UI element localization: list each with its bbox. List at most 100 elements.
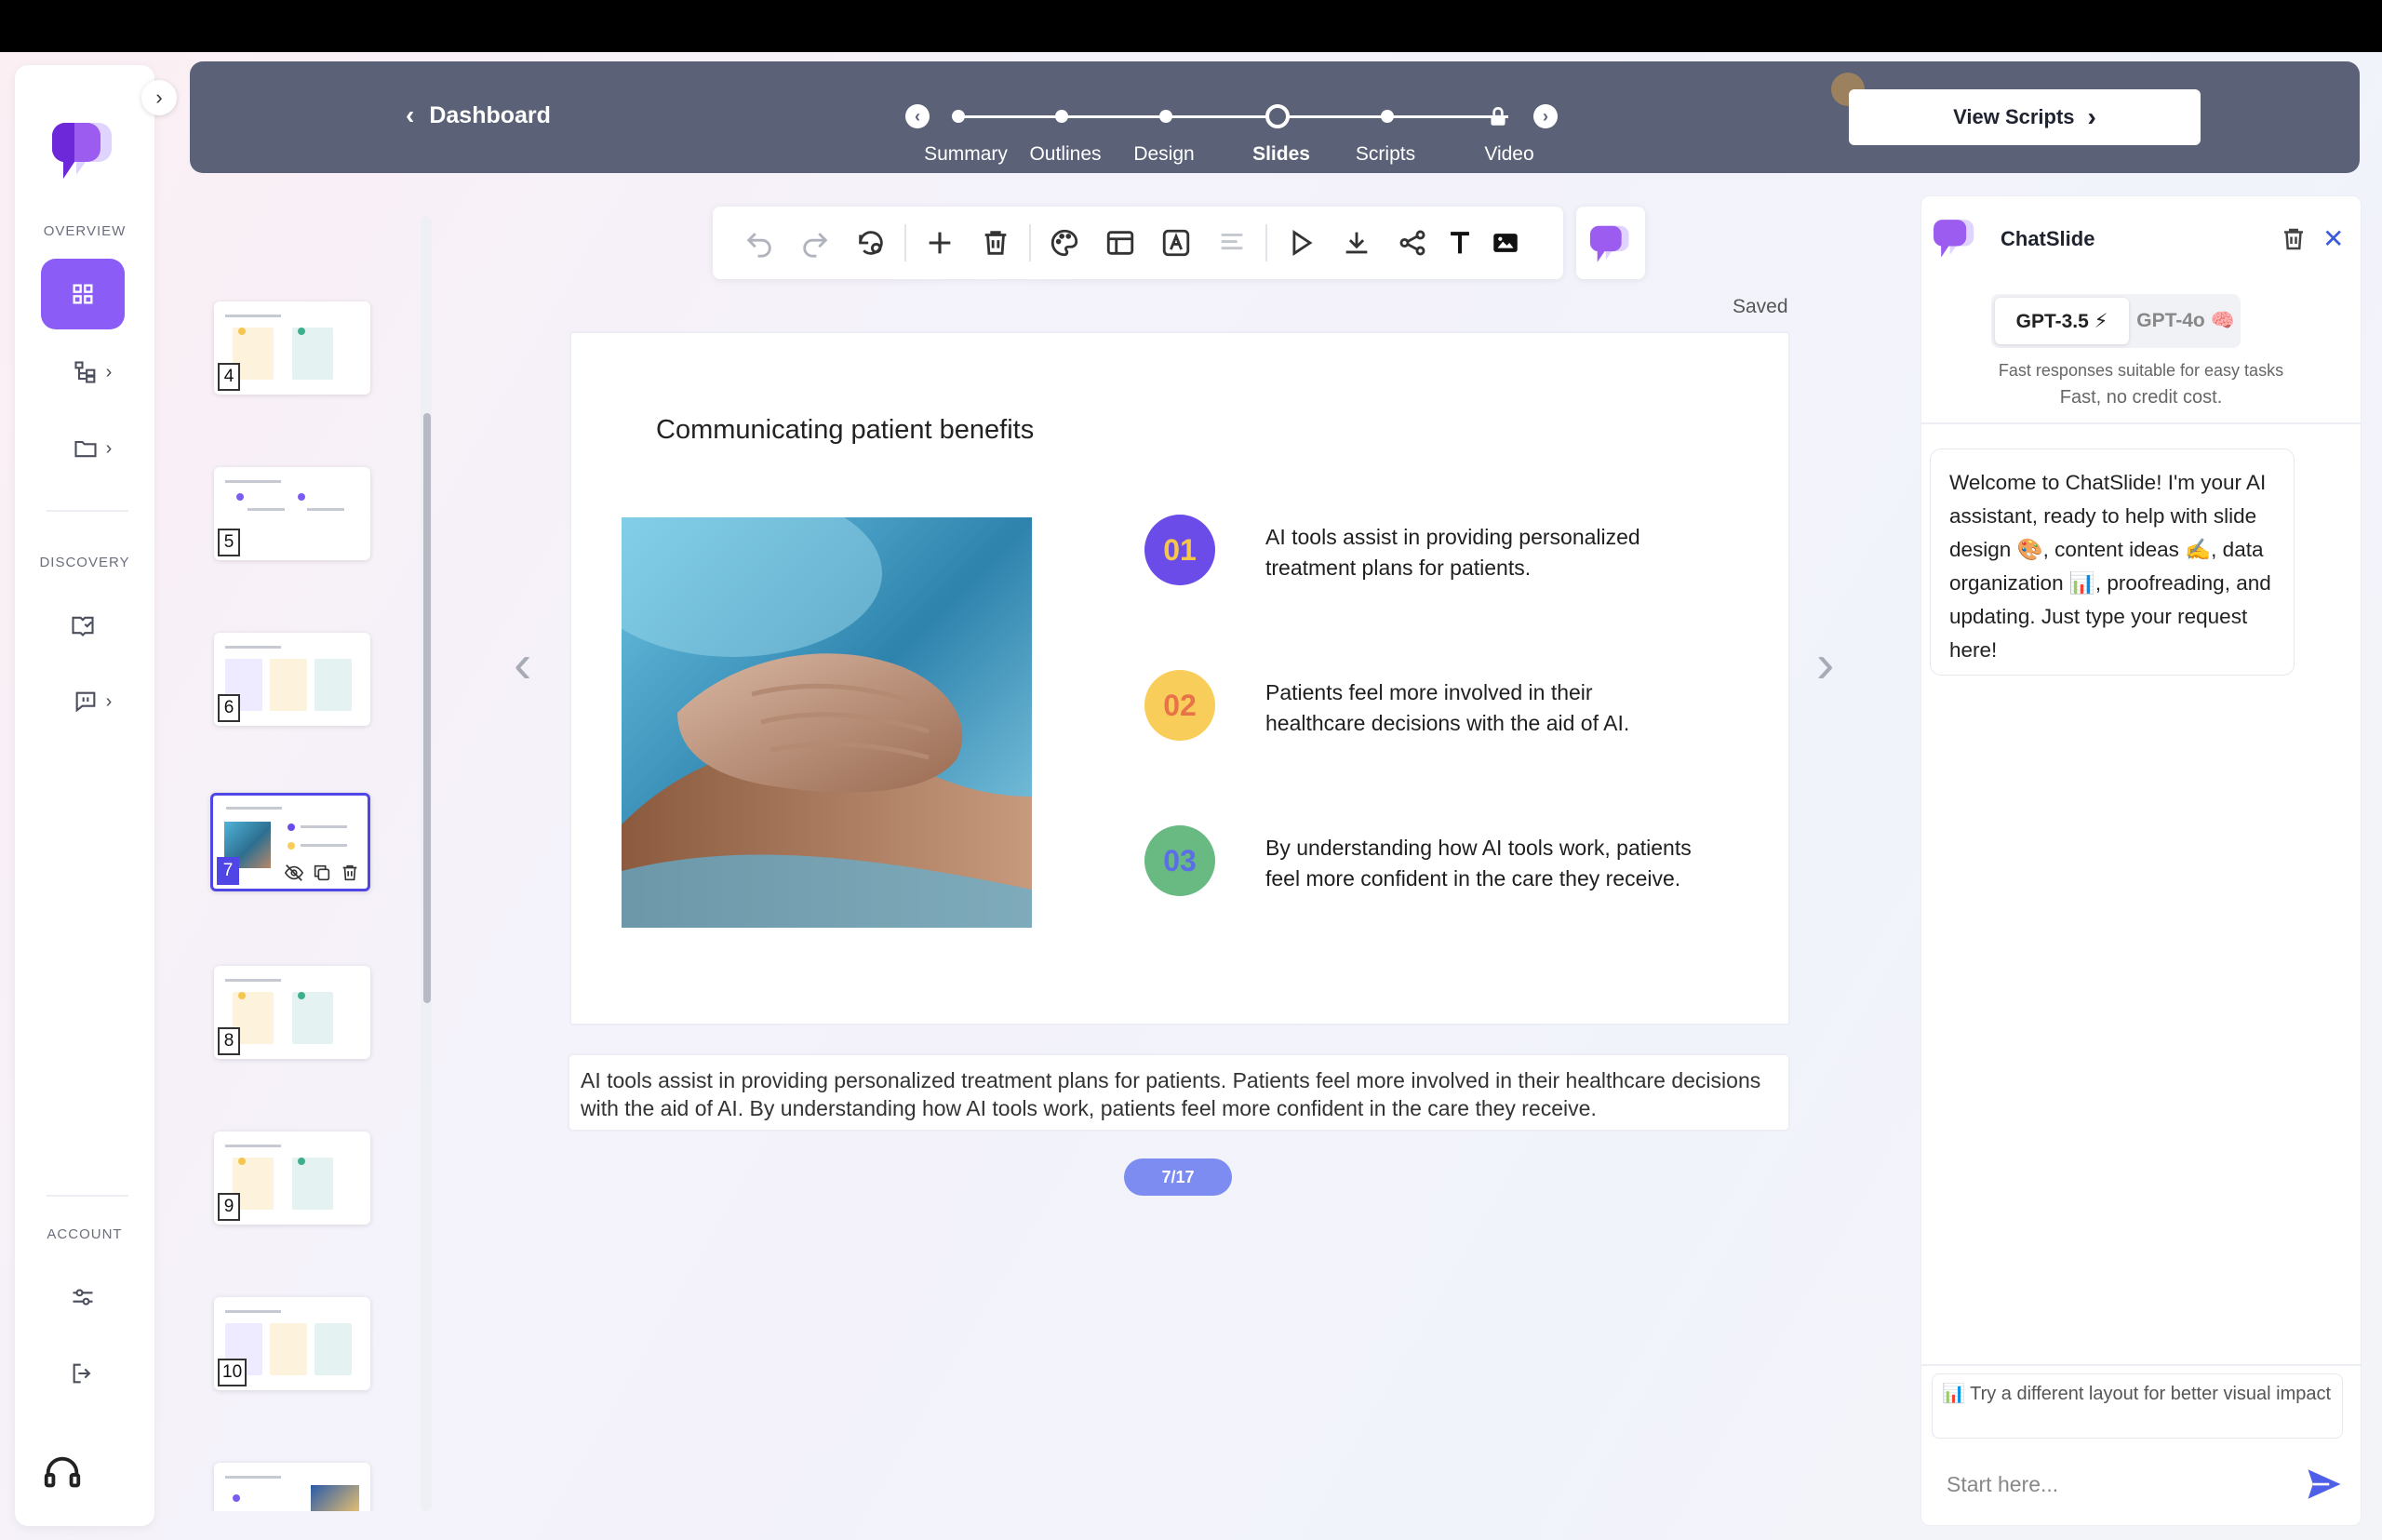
share-icon (1399, 230, 1425, 256)
undo-button[interactable] (731, 215, 787, 271)
step-label-design[interactable]: Design (1133, 143, 1194, 166)
chat-input[interactable]: Start here... (1947, 1472, 2058, 1497)
share-button[interactable] (1385, 215, 1440, 271)
sliders-icon (73, 1289, 93, 1306)
mini-dot (236, 493, 244, 501)
history-gear-icon (859, 231, 883, 255)
theme-palette-button[interactable] (1037, 215, 1092, 271)
mini-line (301, 844, 347, 847)
speaker-notes-textarea[interactable]: AI tools assist in providing personalize… (568, 1053, 1790, 1132)
mini-title (225, 315, 281, 317)
close-chat-button[interactable]: ✕ (2322, 223, 2344, 254)
mini-column (292, 328, 333, 380)
settings-button[interactable] (60, 1279, 106, 1316)
point-text[interactable]: AI tools assist in providing personalize… (1265, 522, 1693, 583)
present-button[interactable] (1273, 215, 1329, 271)
slide-title[interactable]: Communicating patient benefits (656, 415, 1034, 446)
palette-icon (1050, 229, 1078, 257)
back-to-dashboard-link[interactable]: ‹ Dashboard (406, 100, 551, 130)
duplicate-icon[interactable] (312, 863, 332, 883)
grid-icon (73, 284, 93, 304)
step-dot-design[interactable] (1159, 110, 1172, 123)
toolbar-separator (904, 224, 906, 261)
mini-column (292, 992, 333, 1044)
mini-title (225, 1310, 281, 1313)
delete-slide-button[interactable] (968, 215, 1024, 271)
add-slide-button[interactable] (912, 215, 968, 271)
slide-thumbnail[interactable]: 5 (214, 467, 370, 560)
sidebar-expand-button[interactable]: › (141, 80, 177, 115)
discovery-library-button[interactable] (60, 607, 106, 644)
step-dot-summary[interactable] (952, 110, 965, 123)
suggestion-chip[interactable]: 📊 Try a different layout for better visu… (1932, 1373, 2343, 1439)
ai-assistant-toggle-button[interactable] (1576, 207, 1645, 279)
window-top-strip (0, 0, 2382, 52)
chevron-right-icon: › (2087, 102, 2096, 131)
mini-line (248, 508, 285, 511)
prev-slide-arrow[interactable]: ‹ (514, 633, 531, 695)
slide-thumbnail[interactable]: 6 (214, 633, 370, 726)
folder-menu-button[interactable]: › (60, 430, 125, 467)
step-next-button[interactable]: › (1533, 104, 1558, 128)
point-number-badge: 01 (1144, 515, 1215, 585)
mini-title (225, 1145, 281, 1147)
next-slide-arrow[interactable]: › (1816, 633, 1834, 695)
font-button[interactable] (1148, 215, 1204, 271)
slide-thumbnail-selected[interactable]: 7 (210, 793, 370, 891)
hide-eye-icon[interactable] (284, 863, 304, 883)
point-text[interactable]: Patients feel more involved in their hea… (1265, 677, 1693, 739)
logout-button[interactable] (60, 1355, 106, 1392)
layout-button[interactable] (1092, 215, 1148, 271)
trash-icon[interactable] (340, 863, 360, 883)
download-button[interactable] (1329, 215, 1385, 271)
point-text[interactable]: By understanding how AI tools work, pati… (1265, 833, 1693, 894)
add-image-button[interactable] (1479, 215, 1532, 271)
slide-thumbnail[interactable]: 10 (214, 1297, 370, 1390)
download-icon (1345, 232, 1368, 254)
step-dot-scripts[interactable] (1381, 110, 1394, 123)
mini-dot (238, 992, 246, 999)
chat-divider (1920, 1364, 2362, 1366)
slide-thumbnail[interactable]: 8 (214, 966, 370, 1059)
view-scripts-button[interactable]: View Scripts › (1849, 89, 2201, 145)
hierarchy-menu-button[interactable]: › (60, 354, 125, 391)
text-t-icon (1451, 232, 1469, 254)
model-tab-gpt4o[interactable]: GPT-4o 🧠 (2134, 298, 2237, 344)
headset-support-icon[interactable] (41, 1452, 84, 1494)
step-dot-outlines[interactable] (1055, 110, 1068, 123)
slide-thumbnail-list[interactable]: 4 5 6 7 8 9 10 (195, 216, 437, 1511)
redo-button[interactable] (787, 215, 843, 271)
step-label-scripts[interactable]: Scripts (1356, 143, 1415, 166)
add-text-button[interactable] (1440, 215, 1479, 271)
step-label-video[interactable]: Video (1484, 143, 1533, 166)
clear-chat-trash-icon[interactable] (2280, 225, 2308, 253)
mini-dot (238, 1158, 246, 1165)
point-number: 01 (1163, 532, 1197, 567)
thumbnail-scrollbar-thumb[interactable] (423, 413, 431, 1003)
mini-column (314, 1323, 352, 1375)
mini-column (270, 1323, 307, 1375)
app-logo-icon (1589, 225, 1629, 262)
step-label-outlines[interactable]: Outlines (1029, 143, 1101, 166)
slide-thumbnail[interactable] (214, 1463, 370, 1511)
step-label-slides[interactable]: Slides (1252, 143, 1310, 166)
logout-icon (73, 1363, 91, 1384)
send-icon[interactable] (2304, 1465, 2345, 1504)
step-prev-button[interactable]: ‹ (905, 104, 930, 128)
mini-line (301, 825, 347, 828)
slide-photo-holding-hands[interactable] (622, 517, 1032, 928)
step-dot-slides[interactable] (1265, 104, 1290, 128)
align-button[interactable] (1204, 215, 1260, 271)
thumbnail-actions (284, 863, 360, 883)
slide-thumbnail[interactable]: 9 (214, 1132, 370, 1225)
chat-title: ChatSlide (2001, 227, 2095, 250)
step-label-summary[interactable]: Summary (924, 143, 1008, 166)
history-settings-button[interactable] (843, 215, 899, 271)
sidebar-divider (47, 510, 128, 512)
slide-thumbnail[interactable]: 4 (214, 301, 370, 395)
overview-dashboard-button[interactable] (41, 259, 125, 329)
dashboard-label: Dashboard (429, 101, 551, 128)
feedback-menu-button[interactable]: › (60, 683, 125, 720)
point-number: 03 (1163, 843, 1197, 877)
model-tab-gpt35[interactable]: GPT-3.5 ⚡ (1995, 298, 2129, 344)
